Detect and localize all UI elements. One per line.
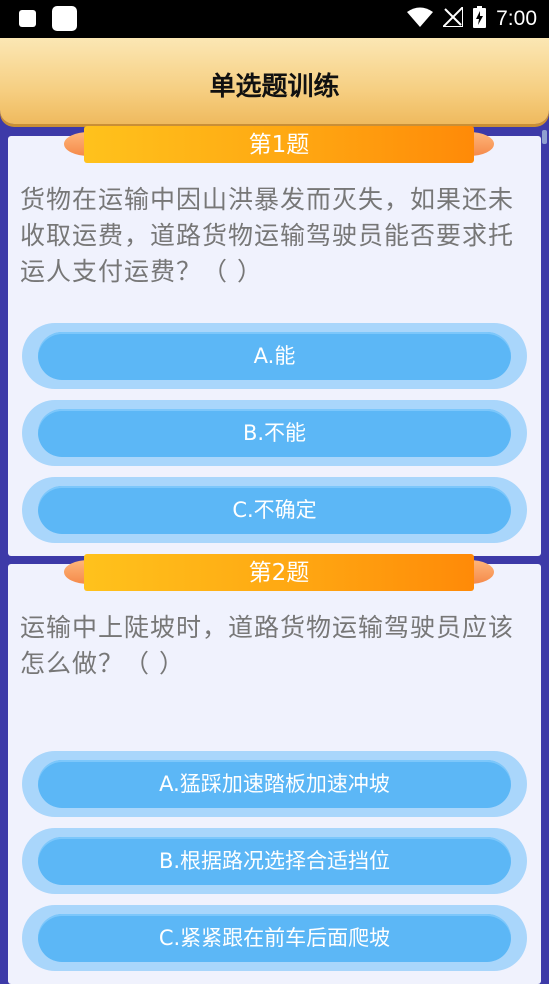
- option-b-button[interactable]: B.根据路况选择合适挡位: [22, 828, 527, 894]
- option-a-button[interactable]: A.能: [22, 323, 527, 389]
- question-number: 第2题: [84, 554, 474, 591]
- question-number: 第1题: [84, 126, 474, 163]
- question-text: 运输中上陡坡时，道路货物运输驾驶员应该怎么做？（ ）: [20, 613, 515, 678]
- option-b-button[interactable]: B.不能: [22, 400, 527, 466]
- wifi-icon: [407, 7, 434, 31]
- notification-square-icon: [19, 10, 36, 27]
- question-banner: 第2题: [64, 554, 494, 594]
- option-label: A.猛踩加速踏板加速冲坡: [38, 760, 511, 808]
- page-title: 单选题训练: [209, 72, 340, 102]
- status-time: 7:00: [496, 7, 537, 30]
- status-bar: 7:00: [0, 0, 549, 38]
- option-label: B.根据路况选择合适挡位: [38, 837, 511, 885]
- option-label: A.能: [38, 332, 511, 380]
- battery-charging-icon: [473, 6, 487, 32]
- app-header: 单选题训练: [0, 38, 549, 124]
- option-label: C.不确定: [38, 486, 511, 534]
- option-label: C.紧紧跟在前车后面爬坡: [38, 914, 511, 962]
- scrollbar-thumb[interactable]: [542, 130, 547, 144]
- option-c-button[interactable]: C.紧紧跟在前车后面爬坡: [22, 905, 527, 971]
- question-card: 第1题 货物在运输中因山洪暴发而灭失，如果还未收取运费，道路货物运输驾驶员能否要…: [8, 126, 541, 556]
- option-c-button[interactable]: C.不确定: [22, 477, 527, 543]
- option-a-button[interactable]: A.猛踩加速踏板加速冲坡: [22, 751, 527, 817]
- option-label: B.不能: [38, 409, 511, 457]
- notification-square-icon: [52, 6, 77, 31]
- question-card: 第2题 运输中上陡坡时，道路货物运输驾驶员应该怎么做？（ ） A.猛踩加速踏板加…: [8, 554, 541, 984]
- question-banner: 第1题: [64, 126, 494, 166]
- question-text: 货物在运输中因山洪暴发而灭失，如果还未收取运费，道路货物运输驾驶员能否要求托运人…: [20, 185, 515, 286]
- no-signal-icon: [440, 4, 465, 31]
